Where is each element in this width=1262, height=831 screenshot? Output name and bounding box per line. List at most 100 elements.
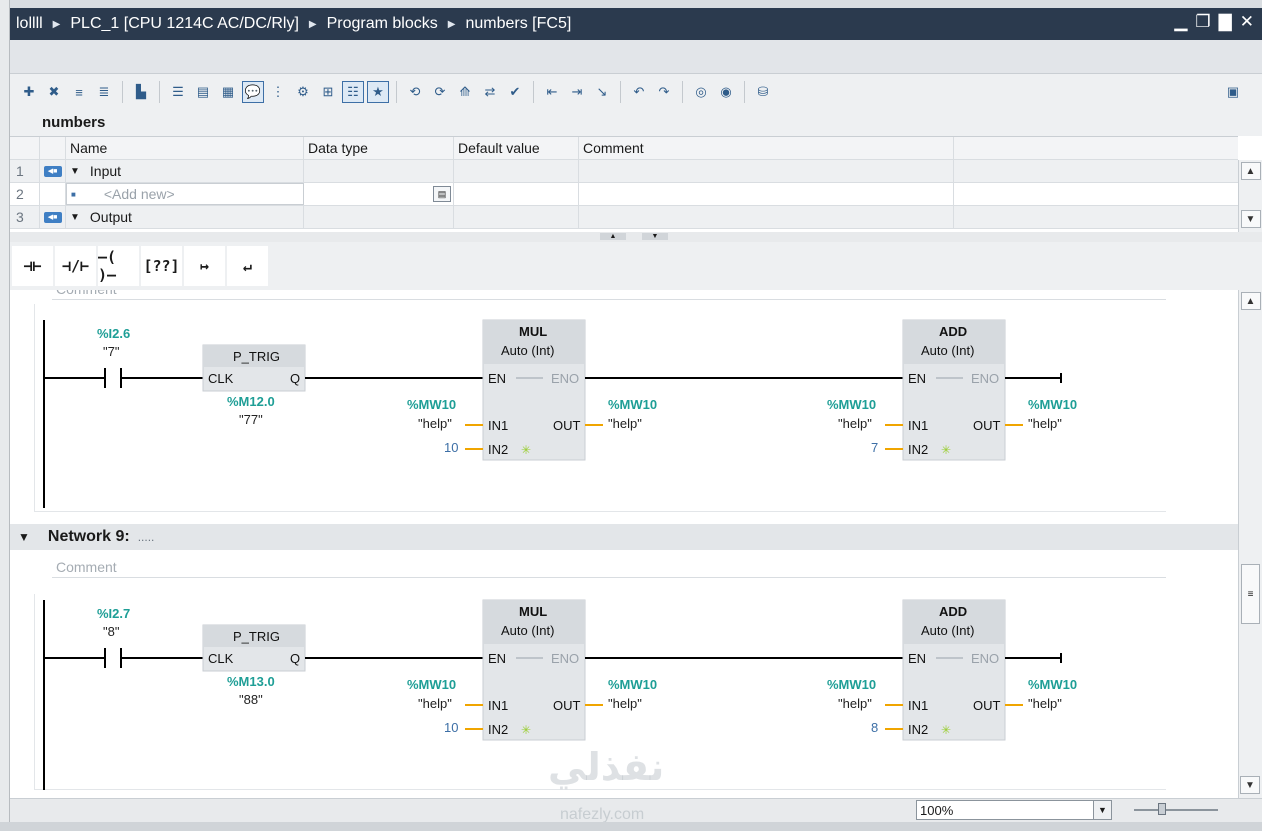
add-out-address[interactable]: %MW10 <box>1028 677 1077 692</box>
delete-network-icon[interactable]: ✖ <box>43 81 65 103</box>
ptrig-tag[interactable]: "77" <box>239 412 263 427</box>
normally-closed-contact-icon[interactable]: ⊣/⊢ <box>55 246 96 286</box>
update-block-icon[interactable]: ⟰ <box>454 81 476 103</box>
chevron-down-icon[interactable]: ▼ <box>1093 801 1111 819</box>
mul-type[interactable]: Auto (Int) <box>501 623 554 638</box>
ptrig-tag[interactable]: "88" <box>239 692 263 707</box>
add-in1-address[interactable]: %MW10 <box>827 397 876 412</box>
mul-in1-tag[interactable]: "help" <box>418 696 452 711</box>
data-type-picker-button[interactable]: ▤ <box>433 186 451 202</box>
add-input-star-icon[interactable]: ✳ <box>941 723 951 737</box>
mul-in1-address[interactable]: %MW10 <box>407 397 456 412</box>
reset-start-icon[interactable]: ▙ <box>130 81 152 103</box>
scroll-down-icon[interactable]: ▼ <box>1240 210 1261 228</box>
scroll-up-icon[interactable]: ▲ <box>1240 292 1261 310</box>
zoom-slider-handle[interactable] <box>1158 803 1166 815</box>
zoom-select[interactable]: 100% ▼ <box>916 800 1112 820</box>
column-header-data-type[interactable]: Data type <box>304 137 454 159</box>
add-input-star-icon[interactable]: ✳ <box>941 443 951 457</box>
editor-scrollbar[interactable]: ▲ ≡ ▼ <box>1238 290 1262 798</box>
interface-scrollbar[interactable]: ▲ ▼ <box>1238 160 1262 232</box>
add-input-star-icon[interactable]: ✳ <box>521 443 531 457</box>
insert-row-icon[interactable]: ≡ <box>68 81 90 103</box>
ptrig-address[interactable]: %M12.0 <box>227 394 275 409</box>
collapse-triangle-icon[interactable]: ▼ <box>70 166 80 177</box>
add-out-address[interactable]: %MW10 <box>1028 397 1077 412</box>
mul-in1-address[interactable]: %MW10 <box>407 677 456 692</box>
absolute-operands-icon[interactable]: ⋮ <box>267 81 289 103</box>
ptrig-address[interactable]: %M13.0 <box>227 674 275 689</box>
collapse-network-icon[interactable]: ▼ <box>18 530 30 544</box>
column-header-name[interactable]: Name <box>66 137 304 159</box>
add-type[interactable]: Auto (Int) <box>921 623 974 638</box>
database-icon[interactable]: ⛁ <box>752 81 774 103</box>
interface-row-add-new[interactable]: 2 ■ <Add new> ▤ <box>10 183 1238 206</box>
check-icon[interactable]: ✔ <box>504 81 526 103</box>
redo-arrow-icon[interactable]: ↷ <box>653 81 675 103</box>
close-icon[interactable]: ✕ <box>1240 12 1254 32</box>
add-in1-tag[interactable]: "help" <box>838 696 872 711</box>
indent-icon[interactable]: ⇤ <box>541 81 563 103</box>
splitter-up-icon[interactable]: ▲ <box>600 233 626 240</box>
breadcrumb-project[interactable]: lollll <box>10 15 49 33</box>
contact[interactable] <box>104 648 122 668</box>
collapse-triangle-icon[interactable]: ▼ <box>70 212 80 223</box>
mul-in1-tag[interactable]: "help" <box>418 416 452 431</box>
mul-in2-value[interactable]: 10 <box>444 440 458 455</box>
add-new-placeholder[interactable]: <Add new> <box>76 186 175 202</box>
add-input-star-icon[interactable]: ✳ <box>521 723 531 737</box>
add-box[interactable] <box>902 319 1006 461</box>
contact-tag[interactable]: "7" <box>103 344 120 359</box>
add-in1-tag[interactable]: "help" <box>838 416 872 431</box>
compare-icon[interactable]: ⇄ <box>479 81 501 103</box>
output-coil-icon[interactable]: –( )– <box>98 246 139 286</box>
contact-address[interactable]: %I2.7 <box>97 606 130 621</box>
add-box[interactable] <box>902 599 1006 741</box>
favorites-toggle-icon[interactable]: ⚙ <box>292 81 314 103</box>
splitter-down-icon[interactable]: ▼ <box>642 233 668 240</box>
add-in2-value[interactable]: 7 <box>871 440 878 455</box>
empty-box-icon[interactable]: [??] <box>141 246 182 286</box>
goto-next-error-icon[interactable]: ⟳ <box>429 81 451 103</box>
outdent-icon[interactable]: ⇥ <box>566 81 588 103</box>
normally-open-contact-icon[interactable]: ⊣⊢ <box>12 246 53 286</box>
network-9-comment[interactable]: Comment <box>52 556 1166 578</box>
add-out-tag[interactable]: "help" <box>1028 416 1062 431</box>
panel-splitter[interactable]: ▲ ▼ <box>10 232 1262 242</box>
network-comment-top[interactable]: Comment <box>52 290 1166 300</box>
contact-address[interactable]: %I2.6 <box>97 326 130 341</box>
interface-row-output[interactable]: 3 ◀■ ▼ Output <box>10 206 1238 229</box>
close-all-networks-icon[interactable]: ▤ <box>192 81 214 103</box>
add-in1-address[interactable]: %MW10 <box>827 677 876 692</box>
breadcrumb-program-blocks[interactable]: Program blocks <box>321 15 444 33</box>
mul-box[interactable] <box>482 599 586 741</box>
zoom-slider[interactable] <box>1134 803 1218 815</box>
add-type[interactable]: Auto (Int) <box>921 343 974 358</box>
add-row-icon[interactable]: ≣ <box>93 81 115 103</box>
network-9-header[interactable]: ▼ Network 9: ..... <box>10 524 1238 550</box>
mul-out-tag[interactable]: "help" <box>608 416 642 431</box>
column-header-default-value[interactable]: Default value <box>454 137 579 159</box>
layout-toggle-icon[interactable]: ▣ <box>1222 82 1244 102</box>
navigate-to-icon[interactable]: ▦ <box>217 81 239 103</box>
list-view-icon[interactable]: ☷ <box>342 81 364 103</box>
tag-info-icon[interactable]: ⊞ <box>317 81 339 103</box>
mul-out-address[interactable]: %MW10 <box>608 677 657 692</box>
mul-out-tag[interactable]: "help" <box>608 696 642 711</box>
step-icon[interactable]: ↘ <box>591 81 613 103</box>
network-comments-icon[interactable]: 💬 <box>242 81 264 103</box>
restore-icon[interactable]: ❐ <box>1195 12 1210 32</box>
open-all-networks-icon[interactable]: ☰ <box>167 81 189 103</box>
monitor-icon[interactable]: ◎ <box>690 81 712 103</box>
network-9-title-field[interactable]: ..... <box>138 530 155 544</box>
monitor-all-icon[interactable]: ◉ <box>715 81 737 103</box>
scroll-up-icon[interactable]: ▲ <box>1240 162 1261 180</box>
open-branch-icon[interactable]: ↦ <box>184 246 225 286</box>
add-out-tag[interactable]: "help" <box>1028 696 1062 711</box>
mul-type[interactable]: Auto (Int) <box>501 343 554 358</box>
minimize-icon[interactable]: ▁ <box>1174 12 1187 32</box>
undo-arrow-icon[interactable]: ↶ <box>628 81 650 103</box>
mul-out-address[interactable]: %MW10 <box>608 397 657 412</box>
goto-error-icon[interactable]: ⟲ <box>404 81 426 103</box>
close-branch-icon[interactable]: ↵ <box>227 246 268 286</box>
